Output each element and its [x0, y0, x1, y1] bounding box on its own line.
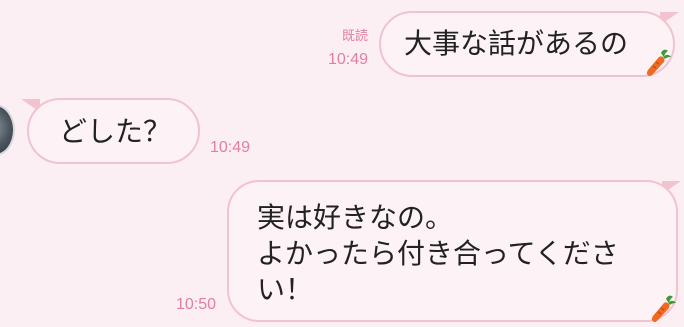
message-timestamp: 10:49 [327, 51, 368, 68]
message-text-line: い！ [257, 273, 314, 306]
sent-message-bubble[interactable]: 実は好きなの。 よかったら付き合ってくださ い！ [227, 180, 678, 322]
received-message-bubble[interactable]: どした？ [27, 98, 200, 164]
sent-message-bubble[interactable]: 大事な話があるの [379, 11, 675, 77]
message-text: どした？ [59, 115, 172, 148]
carrot-icon [651, 295, 676, 322]
avatar[interactable] [0, 104, 15, 156]
message-timestamp: 10:49 [210, 139, 251, 156]
carrot-icon [646, 49, 671, 76]
message-text-line: 実は好きなの。 [257, 201, 454, 234]
message-timestamp: 10:50 [175, 296, 216, 313]
read-receipt: 既読 [341, 28, 368, 43]
message-text: 大事な話があるの [404, 27, 629, 60]
message-text-line: よかったら付き合ってくださ [257, 237, 619, 270]
chat-thread: 既読 10:49 大事な話があるの どした？ 10:49 10:50 実は好きな… [0, 0, 684, 327]
